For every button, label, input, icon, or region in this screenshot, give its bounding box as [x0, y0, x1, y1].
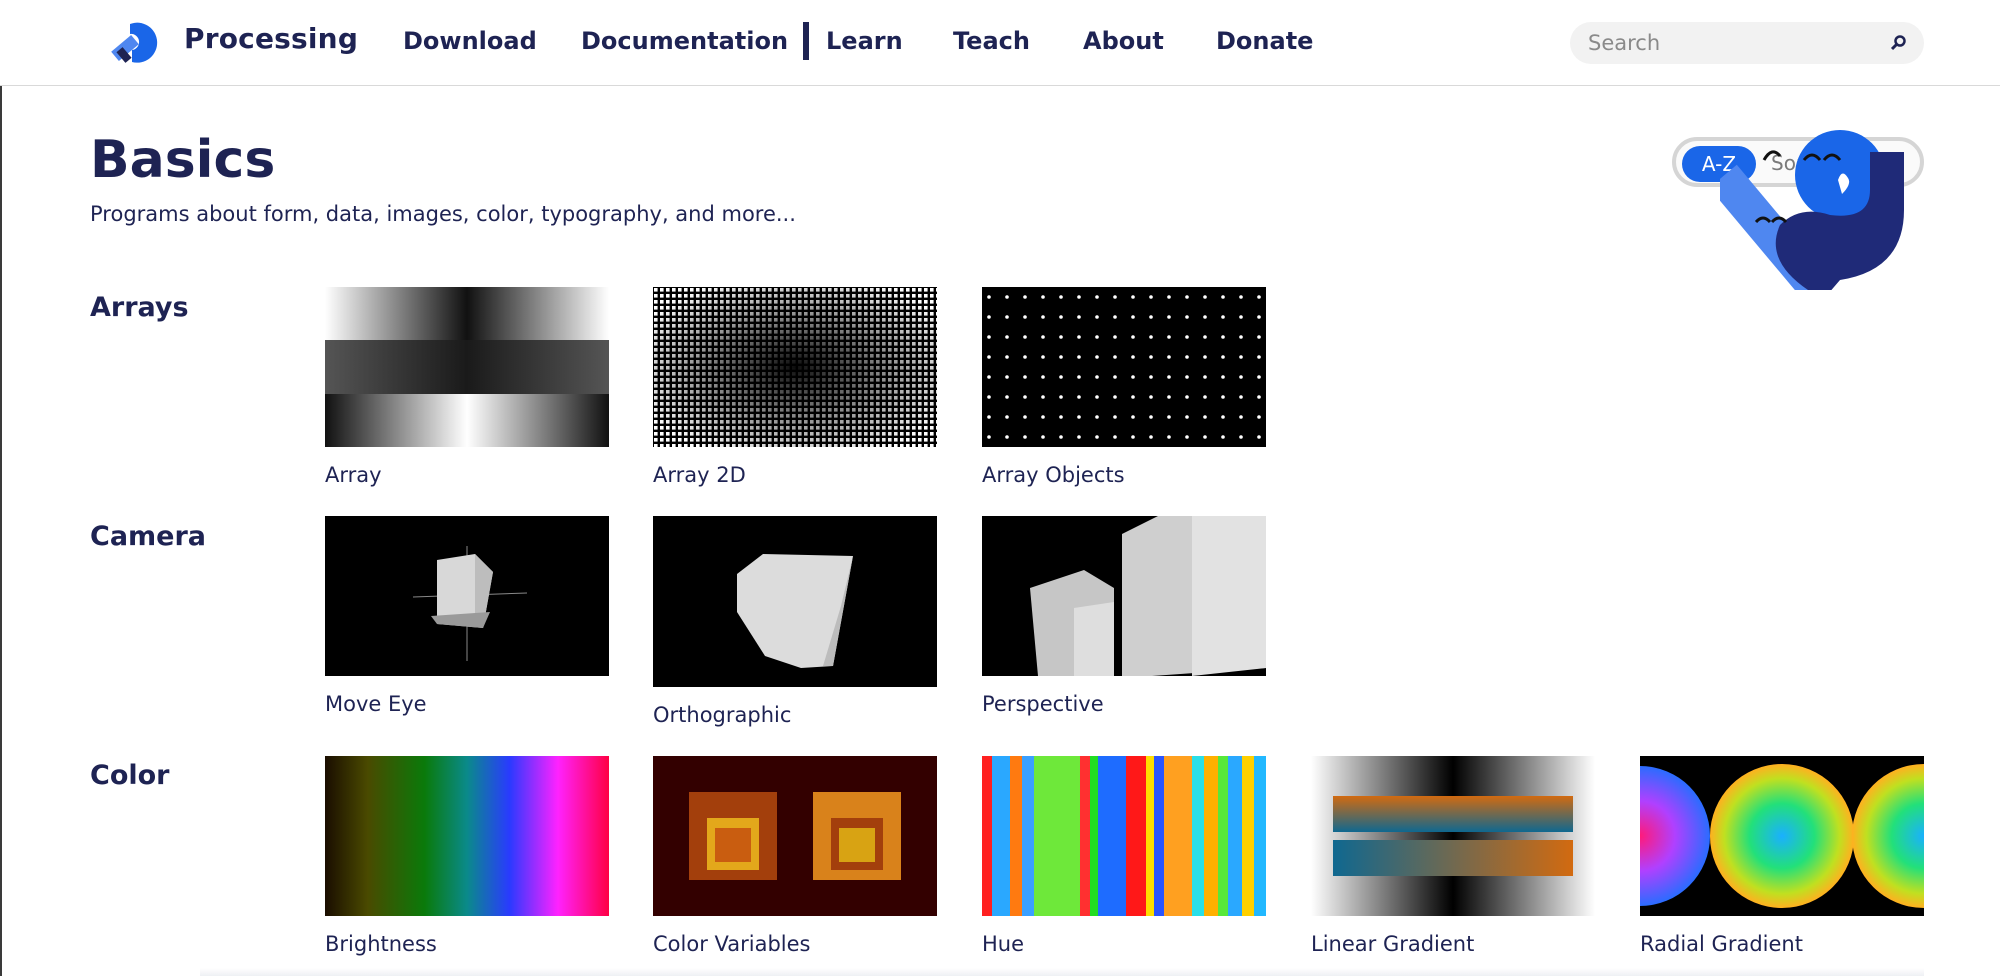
example-label[interactable]: Color Variables	[653, 932, 810, 956]
example-label[interactable]: Array 2D	[653, 463, 746, 487]
nav-donate[interactable]: Donate	[1216, 27, 1313, 55]
array-objects-thumbnail	[982, 287, 1266, 447]
processing-logo-icon[interactable]	[106, 18, 162, 68]
category-color-title: Color	[90, 760, 170, 791]
example-label[interactable]: Hue	[982, 932, 1024, 956]
example-tile-array-2d[interactable]: Array 2D	[653, 287, 937, 492]
array-2d-thumbnail	[653, 287, 937, 447]
example-tile-move-eye[interactable]: Move Eye	[325, 516, 609, 721]
example-tile-perspective[interactable]: Perspective	[982, 516, 1266, 721]
page-title: Basics	[90, 130, 276, 190]
site-header: Processing Download Documentation Learn …	[0, 0, 2000, 86]
example-label[interactable]: Radial Gradient	[1640, 932, 1803, 956]
perspective-thumbnail	[982, 516, 1266, 676]
example-label[interactable]: Move Eye	[325, 692, 427, 716]
array-thumbnail	[325, 287, 609, 447]
search-box	[1570, 22, 1924, 64]
active-nav-indicator	[803, 22, 809, 60]
linear-gradient-thumbnail	[1311, 756, 1595, 916]
scroll-fade	[200, 968, 1924, 976]
orthographic-thumbnail	[653, 516, 937, 687]
brightness-thumbnail	[325, 756, 609, 916]
radial-gradient-thumbnail	[1640, 756, 1924, 916]
color-variables-thumbnail	[653, 756, 937, 916]
example-label[interactable]: Perspective	[982, 692, 1104, 716]
example-label[interactable]: Array Objects	[982, 463, 1125, 487]
example-label[interactable]: Array	[325, 463, 382, 487]
example-tile-hue[interactable]: Hue	[982, 756, 1266, 961]
mascot-illustration	[1720, 130, 1904, 290]
example-tile-color-variables[interactable]: Color Variables	[653, 756, 937, 961]
example-label[interactable]: Linear Gradient	[1311, 932, 1474, 956]
example-tile-orthographic[interactable]: Orthographic	[653, 516, 937, 731]
example-label[interactable]: Brightness	[325, 932, 437, 956]
nav-download[interactable]: Download	[403, 27, 537, 55]
category-camera-title: Camera	[90, 521, 207, 552]
hue-thumbnail	[982, 756, 1266, 916]
nav-teach[interactable]: Teach	[953, 27, 1030, 55]
category-arrays-title: Arrays	[90, 292, 189, 323]
example-label[interactable]: Orthographic	[653, 703, 791, 727]
move-eye-thumbnail	[325, 516, 609, 676]
search-icon[interactable]	[1888, 33, 1908, 53]
example-tile-radial-gradient[interactable]: Radial Gradient	[1640, 756, 1924, 961]
nav-documentation[interactable]: Documentation	[581, 27, 788, 55]
example-tile-brightness[interactable]: Brightness	[325, 756, 609, 961]
brand-name[interactable]: Processing	[184, 22, 358, 55]
window-edge	[0, 0, 2, 976]
page-subtitle: Programs about form, data, images, color…	[90, 202, 796, 226]
example-tile-array[interactable]: Array	[325, 287, 609, 492]
example-tile-array-objects[interactable]: Array Objects	[982, 287, 1266, 492]
example-tile-linear-gradient[interactable]: Linear Gradient	[1311, 756, 1595, 961]
search-input[interactable]	[1588, 31, 1878, 55]
nav-about[interactable]: About	[1083, 27, 1164, 55]
nav-learn[interactable]: Learn	[826, 27, 903, 55]
